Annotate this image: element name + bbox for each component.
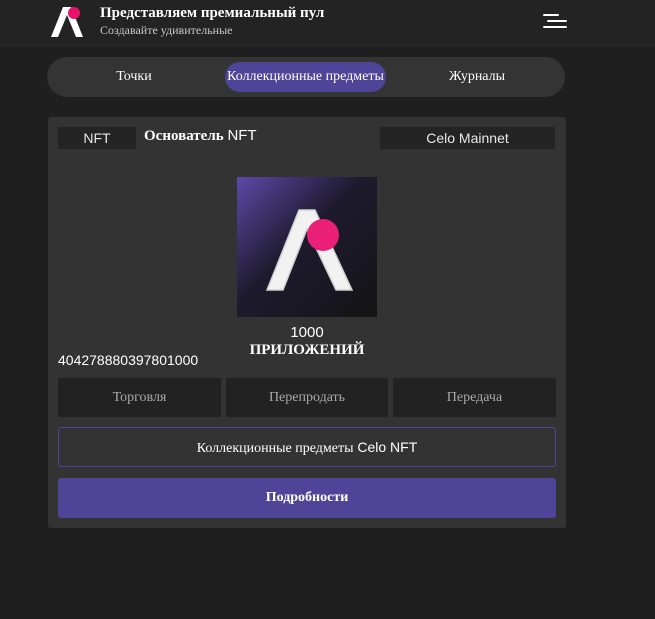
transfer-button[interactable]: Передача xyxy=(393,378,556,417)
app-header: Представляем премиальный пул Создавайте … xyxy=(0,0,655,46)
trade-button[interactable]: Торговля xyxy=(58,378,221,417)
app-logo-icon[interactable] xyxy=(50,4,86,38)
nft-type-badge: NFT xyxy=(58,127,136,149)
nft-card: NFT Основатель NFT Celo Mainnet 1000 ПРИ… xyxy=(48,117,566,528)
tab-journals[interactable]: Журналы xyxy=(407,62,547,92)
tab-points[interactable]: Точки xyxy=(64,62,204,92)
hamburger-menu-icon[interactable] xyxy=(543,13,567,31)
details-button[interactable]: Подробности xyxy=(58,478,556,518)
apps-count: 1000 xyxy=(290,324,324,341)
collection-label-rest: Celo NFT xyxy=(357,439,418,455)
header-title: Представляем премиальный пул xyxy=(100,5,325,21)
nft-title-suffix: NFT xyxy=(227,127,257,144)
collection-button[interactable]: Коллекционные предметы Celo NFT xyxy=(58,427,556,467)
token-id: 404278880397801000 xyxy=(58,352,199,368)
resell-button[interactable]: Перепродать xyxy=(226,378,388,417)
nft-title-word: Основатель xyxy=(144,128,224,144)
nft-image xyxy=(237,177,377,317)
nft-title: Основатель NFT xyxy=(144,127,257,145)
tab-bar: Точки Коллекционные предметы Журналы xyxy=(47,57,565,97)
header-subtitle: Создавайте удивительные xyxy=(100,23,233,37)
collection-label-word: Коллекционные предметы xyxy=(196,441,354,456)
tab-collectibles[interactable]: Коллекционные предметы xyxy=(225,62,386,92)
network-badge: Celo Mainnet xyxy=(380,127,555,149)
